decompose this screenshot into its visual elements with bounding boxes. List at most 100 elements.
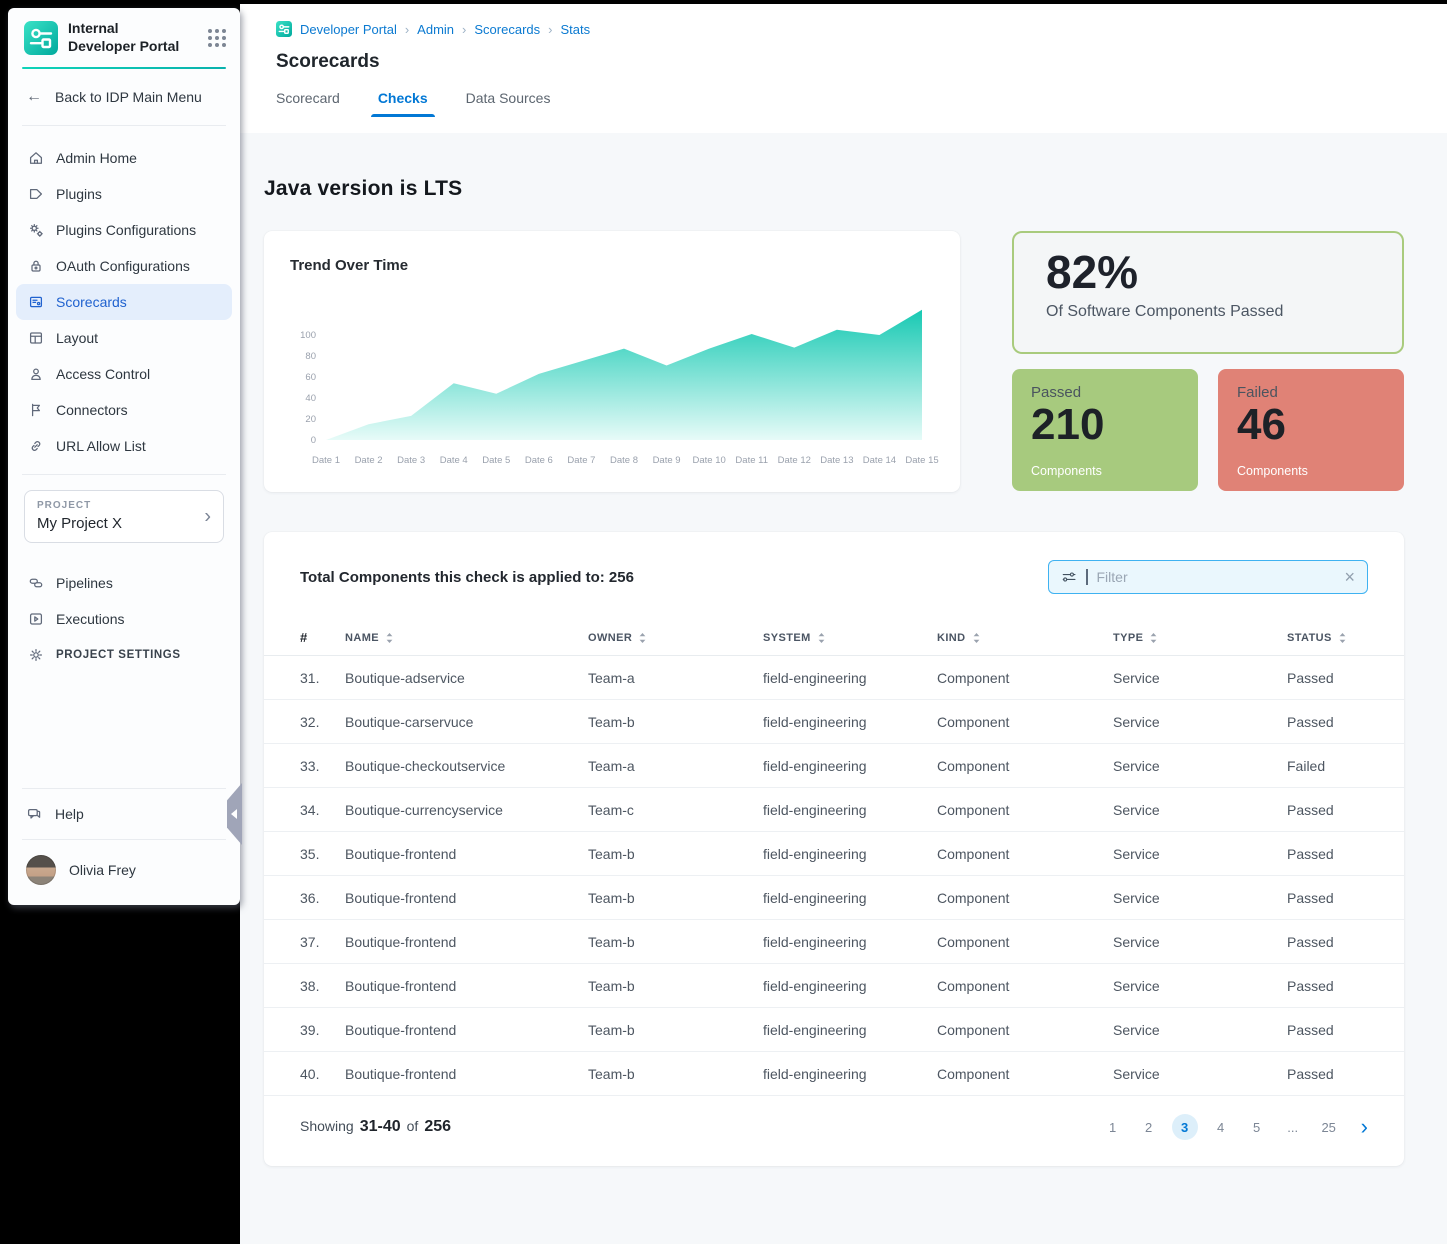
y-tick-label: 80 bbox=[305, 351, 316, 362]
next-page-button[interactable]: › bbox=[1361, 1116, 1368, 1138]
sort-icon bbox=[817, 632, 826, 644]
cell-kind: Component bbox=[937, 802, 1113, 818]
page-3[interactable]: 3 bbox=[1172, 1114, 1198, 1140]
table-row[interactable]: 34.Boutique-currencyserviceTeam-cfield-e… bbox=[264, 788, 1404, 832]
table-row[interactable]: 36.Boutique-frontendTeam-bfield-engineer… bbox=[264, 876, 1404, 920]
table-row[interactable]: 33.Boutique-checkoutserviceTeam-afield-e… bbox=[264, 744, 1404, 788]
project-nav: Pipelines Executions PROJECT SETTINGS bbox=[8, 543, 240, 673]
user-menu[interactable]: Olivia Frey bbox=[8, 840, 240, 905]
tab-scorecard[interactable]: Scorecard bbox=[276, 90, 340, 117]
person-icon bbox=[28, 366, 44, 382]
table-row[interactable]: 31.Boutique-adserviceTeam-afield-enginee… bbox=[264, 656, 1404, 700]
x-tick-label: Date 12 bbox=[778, 455, 811, 466]
x-tick-label: Date 2 bbox=[355, 455, 383, 466]
sidebar-item-pipelines[interactable]: Pipelines bbox=[16, 565, 232, 601]
sidebar-item-scorecards[interactable]: Scorecards bbox=[16, 284, 232, 320]
sidebar-item-admin-home[interactable]: Admin Home bbox=[16, 140, 232, 176]
breadcrumb-scorecards[interactable]: Scorecards bbox=[474, 22, 540, 37]
play-square-icon bbox=[28, 611, 44, 627]
clear-filter-icon[interactable]: × bbox=[1344, 568, 1355, 586]
row-index: 38. bbox=[300, 978, 345, 994]
sidebar-item-url-allow-list[interactable]: URL Allow List bbox=[16, 428, 232, 464]
brand-header: Internal Developer Portal bbox=[8, 8, 240, 67]
table-row[interactable]: 35.Boutique-frontendTeam-bfield-engineer… bbox=[264, 832, 1404, 876]
cell-owner: Team-b bbox=[588, 714, 763, 730]
cell-type: Service bbox=[1113, 890, 1287, 906]
area-series bbox=[326, 310, 922, 440]
cell-system: field-engineering bbox=[763, 934, 937, 950]
page-2[interactable]: 2 bbox=[1136, 1114, 1162, 1140]
column-header-kind[interactable]: KIND bbox=[937, 632, 1113, 644]
table-row[interactable]: 37.Boutique-frontendTeam-bfield-engineer… bbox=[264, 920, 1404, 964]
sidebar-item-project-settings[interactable]: PROJECT SETTINGS bbox=[16, 637, 232, 673]
cell-name: Boutique-frontend bbox=[345, 1022, 588, 1038]
passed-label: Passed bbox=[1031, 384, 1179, 401]
cell-system: field-engineering bbox=[763, 978, 937, 994]
sidebar-item-plugins[interactable]: Plugins bbox=[16, 176, 232, 212]
x-tick-label: Date 3 bbox=[397, 455, 425, 466]
cell-owner: Team-c bbox=[588, 802, 763, 818]
y-tick-label: 60 bbox=[305, 372, 316, 383]
x-tick-label: Date 6 bbox=[525, 455, 553, 466]
page-25[interactable]: 25 bbox=[1316, 1114, 1342, 1140]
project-selector[interactable]: PROJECT My Project X › bbox=[24, 490, 224, 543]
sidebar-item-oauth-configurations[interactable]: OAuth Configurations bbox=[16, 248, 232, 284]
table-row[interactable]: 39.Boutique-frontendTeam-bfield-engineer… bbox=[264, 1008, 1404, 1052]
chat-help-icon bbox=[26, 806, 42, 822]
plugin-tag-icon bbox=[28, 186, 44, 202]
tab-checks[interactable]: Checks bbox=[378, 90, 428, 117]
row-index: 40. bbox=[300, 1066, 345, 1082]
filter-input[interactable]: Filter × bbox=[1048, 560, 1368, 594]
page-4[interactable]: 4 bbox=[1208, 1114, 1234, 1140]
tab-data-sources[interactable]: Data Sources bbox=[466, 90, 551, 117]
breadcrumb-stats[interactable]: Stats bbox=[560, 22, 590, 37]
pagination-wrap: 12345...25 › bbox=[1095, 1114, 1368, 1140]
sidebar-item-connectors[interactable]: Connectors bbox=[16, 392, 232, 428]
table-row[interactable]: 32.Boutique-carservuceTeam-bfield-engine… bbox=[264, 700, 1404, 744]
column-header-status[interactable]: STATUS bbox=[1287, 632, 1368, 644]
help-button[interactable]: Help bbox=[8, 789, 240, 839]
cell-name: Boutique-frontend bbox=[345, 890, 588, 906]
table-row[interactable]: 38.Boutique-frontendTeam-bfield-engineer… bbox=[264, 964, 1404, 1008]
cell-status: Passed bbox=[1287, 890, 1368, 906]
column-header-system[interactable]: SYSTEM bbox=[763, 632, 937, 644]
screen: { "colors": { "accent_blue": "#0278d5", … bbox=[0, 0, 1447, 1244]
cell-owner: Team-b bbox=[588, 890, 763, 906]
sidebar-item-layout[interactable]: Layout bbox=[16, 320, 232, 356]
cell-name: Boutique-frontend bbox=[345, 846, 588, 862]
column-header-type[interactable]: TYPE bbox=[1113, 632, 1287, 644]
cell-status: Passed bbox=[1287, 1066, 1368, 1082]
page-header: Developer Portal › Admin › Scorecards › … bbox=[240, 4, 1447, 133]
cell-kind: Component bbox=[937, 714, 1113, 730]
column-header-index[interactable]: # bbox=[300, 630, 345, 645]
cell-status: Passed bbox=[1287, 670, 1368, 686]
table-header-row: # NAME OWNER SYSTEM KIND TYPE STATUS bbox=[264, 620, 1404, 656]
user-name: Olivia Frey bbox=[69, 862, 136, 878]
sidebar-item-executions[interactable]: Executions bbox=[16, 601, 232, 637]
table-footer: Showing 31-40 of 256 12345...25 › bbox=[264, 1096, 1404, 1166]
page-1[interactable]: 1 bbox=[1100, 1114, 1126, 1140]
page-5[interactable]: 5 bbox=[1244, 1114, 1270, 1140]
back-to-main-menu[interactable]: ← Back to IDP Main Menu bbox=[8, 69, 240, 125]
app-launcher-icon[interactable] bbox=[208, 29, 226, 47]
divider bbox=[22, 474, 226, 475]
x-tick-label: Date 1 bbox=[312, 455, 340, 466]
cell-kind: Component bbox=[937, 1066, 1113, 1082]
table-body: 31.Boutique-adserviceTeam-afield-enginee… bbox=[264, 656, 1404, 1096]
sidebar-item-access-control[interactable]: Access Control bbox=[16, 356, 232, 392]
sidebar: Internal Developer Portal ← Back to IDP … bbox=[8, 8, 240, 905]
column-header-owner[interactable]: OWNER bbox=[588, 632, 763, 644]
pipelines-icon bbox=[28, 575, 44, 591]
sidebar-item-plugins-configurations[interactable]: Plugins Configurations bbox=[16, 212, 232, 248]
x-tick-label: Date 10 bbox=[693, 455, 726, 466]
cell-type: Service bbox=[1113, 1066, 1287, 1082]
row-index: 32. bbox=[300, 714, 345, 730]
idp-logo-icon bbox=[24, 21, 58, 55]
x-tick-label: Date 7 bbox=[567, 455, 595, 466]
table-row[interactable]: 40.Boutique-frontendTeam-bfield-engineer… bbox=[264, 1052, 1404, 1096]
breadcrumb-developer-portal[interactable]: Developer Portal bbox=[300, 22, 397, 37]
breadcrumb-admin[interactable]: Admin bbox=[417, 22, 454, 37]
column-header-name[interactable]: NAME bbox=[345, 632, 588, 644]
trend-chart: 020406080100Date 1Date 2Date 3Date 4Date… bbox=[290, 282, 940, 478]
idp-breadcrumb-icon bbox=[276, 21, 292, 37]
